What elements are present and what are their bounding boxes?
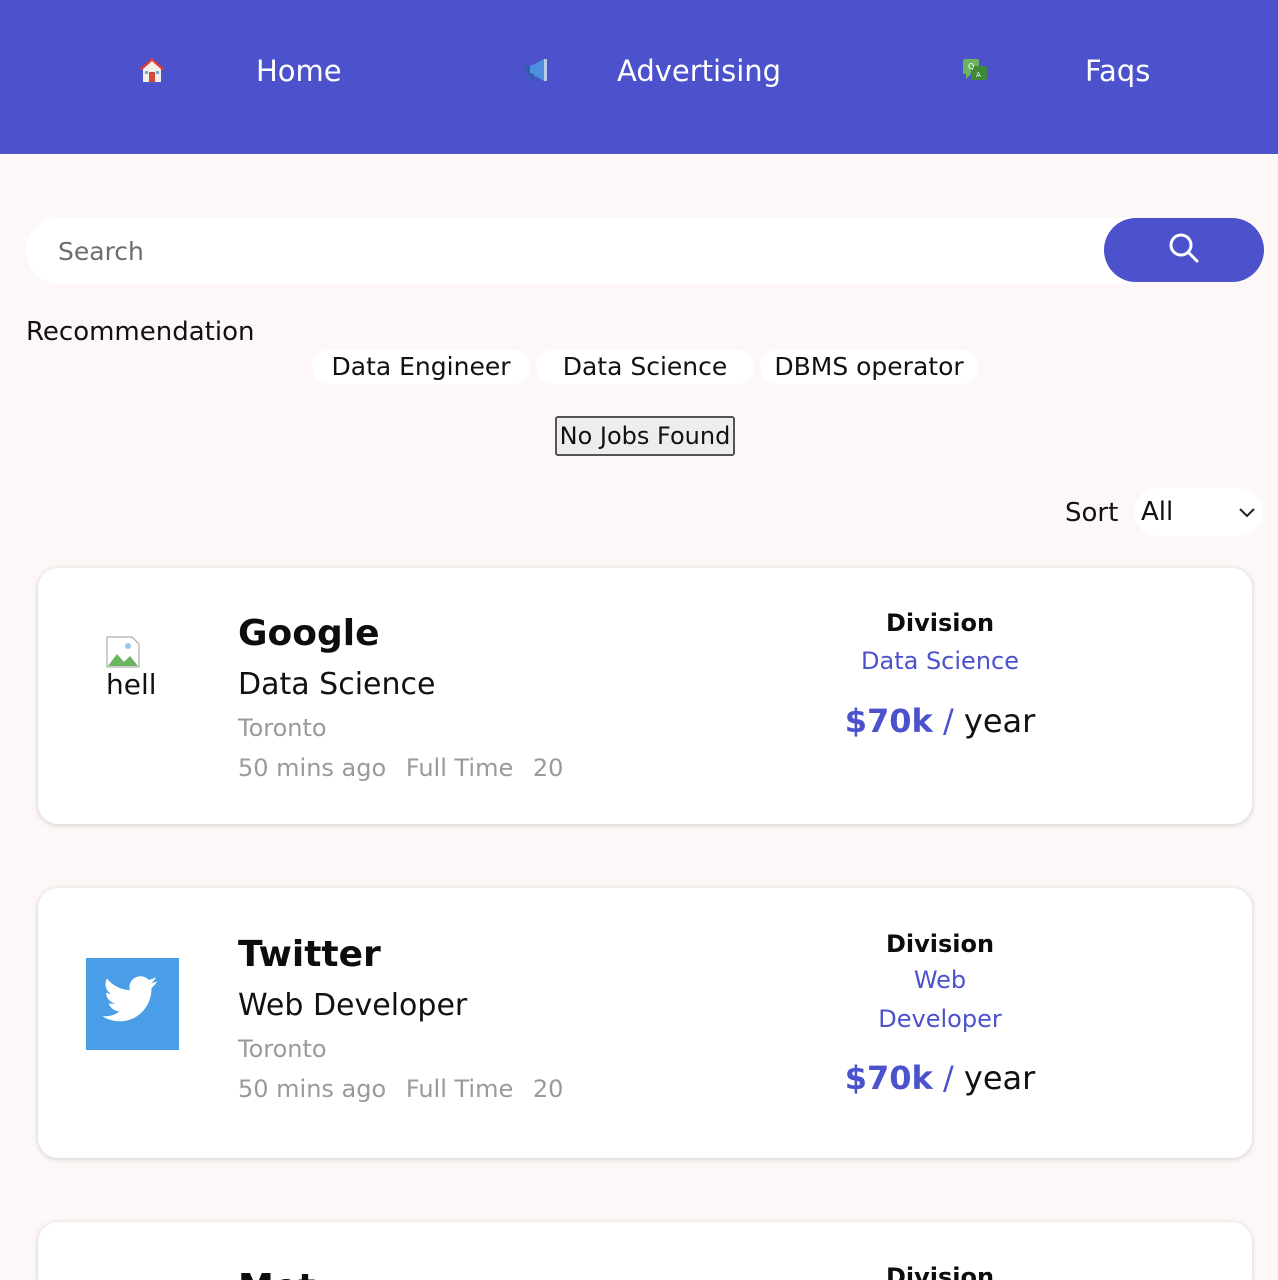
job-posted-time: 50 mins ago: [238, 1075, 387, 1103]
sort-selected-value: All: [1141, 497, 1174, 527]
company-logo: hell: [106, 636, 166, 702]
recommendation-title: Recommendation: [26, 317, 255, 347]
company-name: Met: [238, 1266, 315, 1280]
company-logo: [86, 958, 179, 1050]
chevron-down-icon: [1238, 504, 1256, 523]
division-block: Division Data Science $70k / year: [838, 608, 1042, 741]
salary-period: year: [963, 1059, 1036, 1097]
salary-separator: /: [942, 702, 954, 740]
division-label: Division: [885, 930, 995, 958]
job-meta: 50 mins ago Full Time 20: [238, 1073, 575, 1105]
job-title: Web Developer: [238, 988, 468, 1023]
svg-text:Q: Q: [968, 62, 974, 71]
division-value: Web Developer: [838, 961, 1042, 1039]
job-location: Toronto: [238, 714, 327, 742]
division-value: Data Science: [861, 647, 1019, 675]
division-label: Division: [885, 1263, 995, 1280]
job-type: Full Time: [405, 1075, 514, 1103]
division-label: Division: [885, 609, 995, 637]
search-button[interactable]: [1104, 218, 1264, 282]
salary: $70k / year: [838, 701, 1042, 741]
job-meta: 50 mins ago Full Time 20: [238, 752, 575, 784]
sort-label: Sort: [1065, 498, 1119, 528]
nav-advertising[interactable]: Advertising: [520, 0, 782, 142]
chip-data-engineer[interactable]: Data Engineer: [312, 350, 530, 384]
chip-data-science[interactable]: Data Science: [536, 350, 754, 384]
nav-faqs[interactable]: Q A Faqs: [958, 0, 1158, 142]
salary-amount: $70k: [844, 1059, 933, 1097]
company-logo-alt-text: hell: [106, 668, 157, 701]
division-value-line: Developer: [878, 1005, 1002, 1033]
search-input[interactable]: [26, 218, 1136, 284]
salary: $70k / year: [838, 1058, 1042, 1098]
division-block: Division: [838, 1262, 1042, 1280]
megaphone-icon: [522, 56, 550, 90]
job-card[interactable]: Twitter Web Developer Toronto 50 mins ag…: [38, 888, 1252, 1158]
job-posted-time: 50 mins ago: [238, 754, 387, 782]
job-location: Toronto: [238, 1035, 327, 1063]
job-count: 20: [532, 754, 564, 782]
job-card[interactable]: hell Google Data Science Toronto 50 mins…: [38, 568, 1252, 824]
division-value-line: Web: [913, 966, 967, 994]
chip-dbms-operator[interactable]: DBMS operator: [760, 350, 978, 384]
nav-faqs-label: Faqs: [1085, 54, 1151, 88]
job-count: 20: [532, 1075, 564, 1103]
top-navbar: Home Advertising Q A Faqs: [0, 0, 1278, 154]
salary-amount: $70k: [844, 702, 933, 740]
division-block: Division Web Developer $70k / year: [838, 929, 1042, 1098]
search-icon: [1168, 232, 1200, 268]
sort-select[interactable]: All: [1134, 488, 1262, 536]
company-name: Google: [238, 613, 380, 654]
company-name: Twitter: [238, 934, 381, 975]
job-type: Full Time: [405, 754, 514, 782]
no-jobs-found-button[interactable]: No Jobs Found: [555, 416, 735, 456]
nav-home-label: Home: [256, 54, 342, 88]
nav-home[interactable]: Home: [136, 0, 356, 142]
job-title: Data Science: [238, 667, 436, 702]
nav-advertising-label: Advertising: [617, 54, 782, 88]
home-icon: [138, 56, 166, 90]
salary-period: year: [963, 702, 1036, 740]
svg-text:A: A: [976, 71, 981, 79]
job-card[interactable]: Met Division: [38, 1222, 1252, 1280]
salary-separator: /: [942, 1059, 954, 1097]
faq-icon: Q A: [960, 56, 990, 90]
twitter-bird-icon: [102, 976, 162, 1032]
broken-image-icon: [106, 636, 140, 668]
